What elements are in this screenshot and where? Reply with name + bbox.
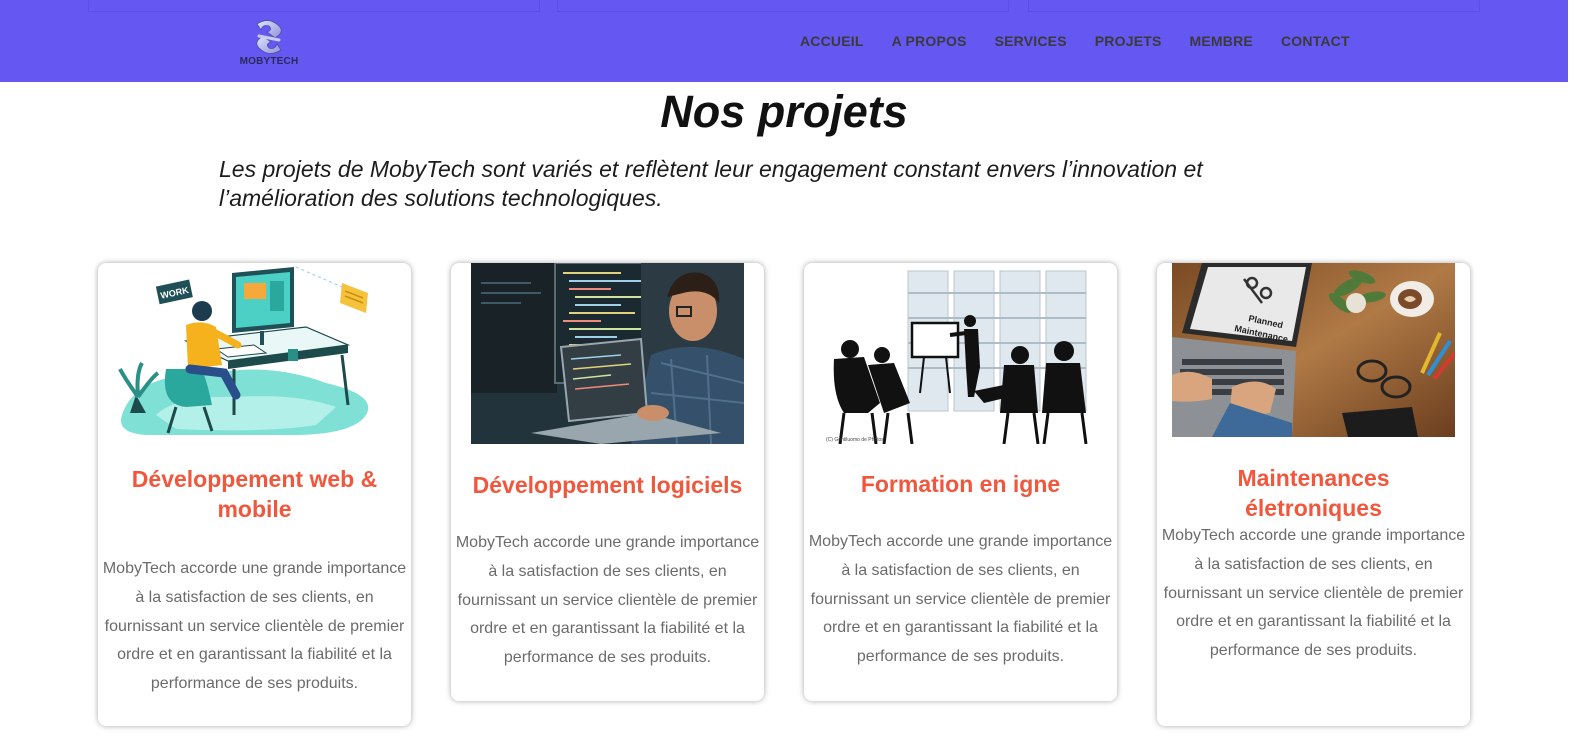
maintenance-laptop-photo: Planned Maintenance — [1172, 263, 1455, 437]
training-silhouettes-photo: (C) Gentiluomo de Photos — [824, 263, 1097, 444]
project-card-maintenance: Planned Maintenance Maintenances életron… — [1157, 263, 1470, 726]
nav-projets[interactable]: PROJETS — [1095, 33, 1162, 49]
project-title-formation: Formation en igne — [860, 471, 1061, 497]
project-title-maintenance: Maintenances életroniques — [1237, 465, 1390, 521]
project-text-formation: MobyTech accorde une grande importance à… — [808, 533, 1113, 666]
nav-contact[interactable]: CONTACT — [1281, 33, 1350, 49]
nav-a-propos[interactable]: A PROPOS — [892, 33, 967, 49]
project-card-web-mobile: WORK Développement web & mobile MobyTech… — [98, 263, 411, 726]
page-title: Nos projets — [660, 86, 908, 137]
project-title-logiciels: Développement logiciels — [472, 472, 743, 498]
project-image-logiciels — [471, 263, 744, 444]
developer-illustration: WORK — [118, 266, 369, 436]
nav-accueil[interactable]: ACCUEIL — [800, 33, 864, 49]
project-image-web-mobile: WORK — [116, 265, 376, 439]
project-text-maintenance: MobyTech accorde une grande importance à… — [1161, 527, 1466, 660]
navbar: MOBYTECH ACCUEIL A PROPOS SERVICES PROJE… — [0, 0, 1568, 82]
mobytech-logo-icon — [256, 20, 282, 54]
project-text-web-mobile: MobyTech accorde une grande importance à… — [102, 560, 407, 693]
nav-membre[interactable]: MEMBRE — [1190, 33, 1253, 49]
nav-services[interactable]: SERVICES — [995, 33, 1067, 49]
project-image-maintenance: Planned Maintenance — [1172, 263, 1455, 437]
project-title-web-mobile: Développement web & mobile — [131, 466, 378, 522]
navbar-ghost-frame — [1028, 0, 1480, 12]
project-text-logiciels: MobyTech accorde une grande importance à… — [455, 534, 760, 667]
photo-credit: (C) Gentiluomo de Photos — [826, 437, 884, 443]
brand-name: MOBYTECH — [239, 56, 299, 67]
page-intro: Les projets de MobyTech sont variés et r… — [219, 156, 1203, 211]
project-card-formation: (C) Gentiluomo de Photos Formation en ig… — [804, 263, 1117, 701]
brand-logo[interactable]: MOBYTECH — [234, 18, 304, 72]
navbar-ghost-frame — [88, 0, 540, 12]
project-card-logiciels: Développement logiciels MobyTech accorde… — [451, 263, 764, 701]
navbar-ghost-frame — [557, 0, 1009, 12]
main-nav: ACCUEIL A PROPOS SERVICES PROJETS MEMBRE… — [800, 33, 1378, 49]
project-image-formation: (C) Gentiluomo de Photos — [824, 263, 1097, 444]
programmer-photo — [471, 263, 744, 444]
